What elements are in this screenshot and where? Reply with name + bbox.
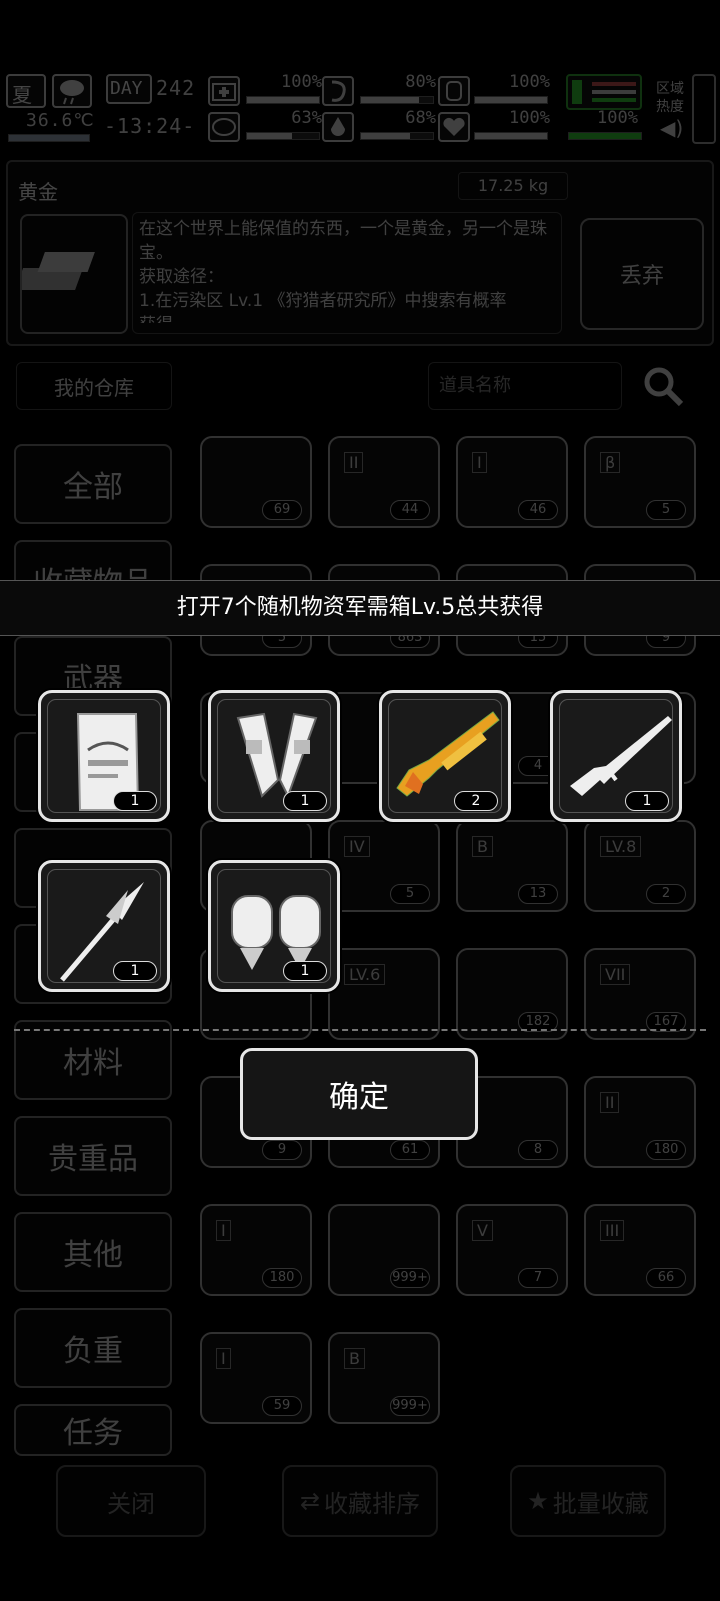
reward-slot-3[interactable]: 2 bbox=[379, 690, 511, 822]
dialog-divider bbox=[14, 1029, 706, 1031]
reward-count: 1 bbox=[283, 791, 327, 811]
confirm-button[interactable]: 确定 bbox=[240, 1048, 478, 1140]
reward-count: 1 bbox=[625, 791, 669, 811]
reward-count: 1 bbox=[113, 791, 157, 811]
reward-dialog-title: 打开7个随机物资军需箱Lv.5总共获得 bbox=[0, 580, 720, 636]
reward-count: 1 bbox=[283, 961, 327, 981]
reward-count: 1 bbox=[113, 961, 157, 981]
app-screen: 夏 36.6℃ DAY 242 -13:24- 100% 80% 100% 63… bbox=[0, 0, 720, 1601]
reward-slot-1[interactable]: 1 bbox=[38, 690, 170, 822]
reward-slot-6[interactable]: 1 bbox=[208, 860, 340, 992]
reward-count: 2 bbox=[454, 791, 498, 811]
reward-slot-5[interactable]: 1 bbox=[38, 860, 170, 992]
reward-slot-2[interactable]: 1 bbox=[208, 690, 340, 822]
reward-slot-4[interactable]: 1 bbox=[550, 690, 682, 822]
